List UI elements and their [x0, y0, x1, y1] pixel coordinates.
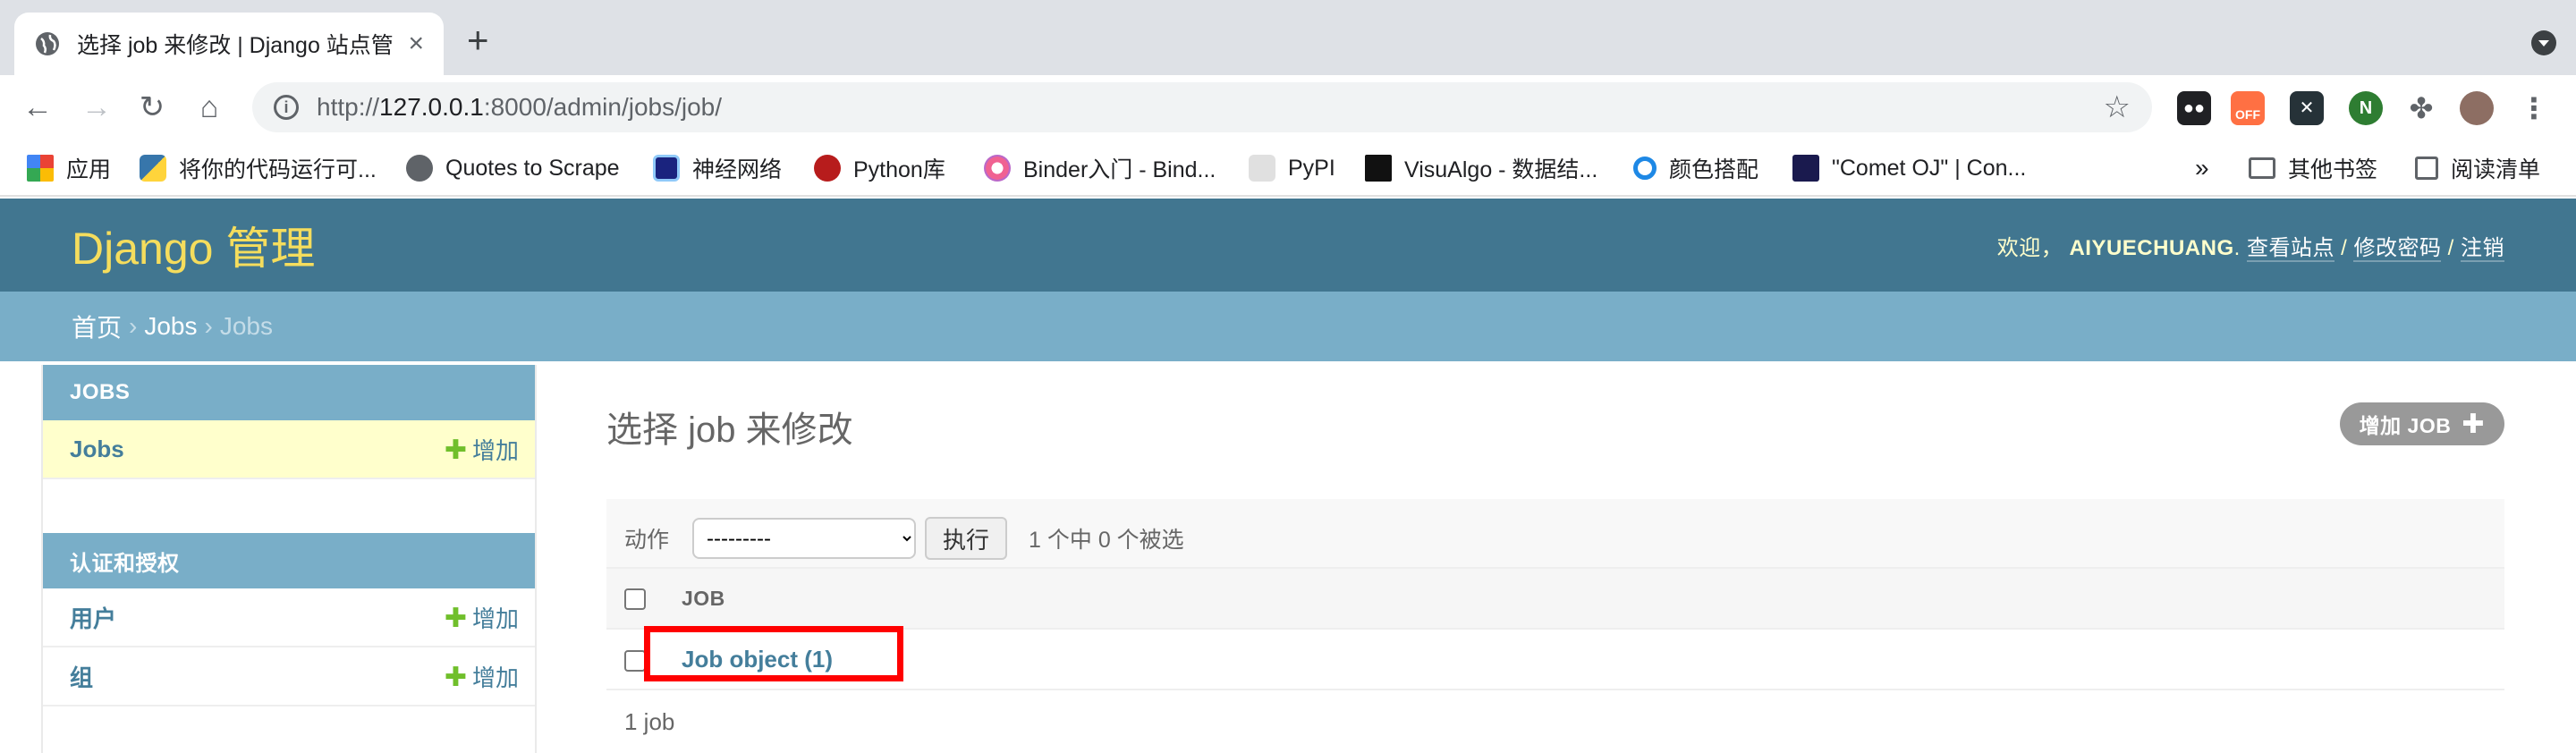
profile-avatar[interactable]	[2460, 91, 2494, 125]
select-all-cell	[606, 567, 682, 630]
model-link-users[interactable]: 用户	[70, 601, 116, 634]
model-link-jobs[interactable]: Jobs	[70, 436, 124, 463]
bookmark-item[interactable]: 将你的代码运行可...	[140, 150, 377, 186]
bookmark-apps[interactable]: 应用	[27, 150, 111, 186]
url-text[interactable]: http://127.0.0.1:8000/admin/jobs/job/	[317, 93, 2104, 122]
globe-icon	[36, 32, 59, 55]
admin-header: Django 管理 欢迎， AIYUECHUANG. 查看站点 / 修改密码 /…	[0, 199, 2576, 292]
view-site-link[interactable]: 查看站点	[2246, 235, 2334, 262]
paginator: 1 job	[624, 708, 675, 735]
breadcrumb: 首页 › Jobs › Jobs	[0, 292, 2576, 361]
tab-title: 选择 job 来修改 | Django 站点管	[77, 33, 394, 58]
plus-icon: ✚	[444, 435, 467, 465]
extension-glasses-icon[interactable]: ●●	[2177, 91, 2211, 125]
add-jobs-link[interactable]: ✚ 增加	[445, 433, 519, 466]
tab-search-icon[interactable]	[2531, 30, 2556, 55]
browser-tab-strip: 选择 job 来修改 | Django 站点管 × +	[0, 0, 2576, 75]
neural-network-icon	[653, 155, 680, 182]
reading-list-icon	[2415, 157, 2438, 180]
page-title: 选择 job 来修改	[606, 410, 853, 450]
comet-oj-icon	[1792, 155, 1819, 182]
breadcrumb-home[interactable]: 首页	[72, 309, 122, 344]
address-bar[interactable]: i http://127.0.0.1:8000/admin/jobs/job/ …	[252, 82, 2152, 132]
forward-icon[interactable]: →	[80, 91, 113, 123]
change-password-link[interactable]: 修改密码	[2353, 235, 2442, 262]
home-icon[interactable]: ⌂	[193, 91, 225, 123]
welcome-text: 欢迎，	[1996, 235, 2063, 260]
actions-label: 动作	[624, 528, 670, 553]
color-c-icon	[1633, 157, 1657, 180]
bookmark-item[interactable]: "Comet OJ" | Con...	[1792, 150, 2026, 186]
bookmark-item[interactable]: VisuAlgo - 数据结...	[1365, 150, 1597, 186]
breadcrumb-current: Jobs	[219, 312, 273, 340]
module-caption-auth[interactable]: 认证和授权	[43, 533, 535, 588]
other-bookmarks[interactable]: 其他书签	[2249, 150, 2377, 186]
extensions-puzzle-icon[interactable]: ✤	[2404, 91, 2438, 125]
column-header-job[interactable]: JOB	[682, 567, 2504, 630]
nav-sidebar: JOBS Jobs ✚ 增加 认证和授权 用户 ✚ 增加 组 ✚ 增加	[41, 365, 537, 753]
bookmark-item[interactable]: Python库	[814, 150, 945, 186]
plus-icon: ✚	[444, 662, 467, 692]
actions-bar: 动作 --------- 执行 1 个中 0 个被选	[606, 499, 2504, 578]
plus-icon: ✚	[2462, 409, 2485, 439]
model-link-groups[interactable]: 组	[70, 660, 93, 693]
bookmark-item[interactable]: PyPI	[1249, 150, 1335, 186]
bookmark-item[interactable]: 颜色搭配	[1633, 150, 1758, 186]
back-icon[interactable]: ←	[21, 91, 54, 123]
username: AIYUECHUANG	[2069, 235, 2234, 260]
sidebar-item-jobs[interactable]: Jobs ✚ 增加	[43, 420, 535, 479]
site-branding[interactable]: Django 管理	[72, 213, 315, 277]
add-groups-link[interactable]: ✚ 增加	[445, 660, 519, 693]
add-job-button[interactable]: 增加 JOB ✚	[2339, 402, 2504, 445]
go-button[interactable]: 执行	[925, 517, 1008, 560]
breadcrumb-app[interactable]: Jobs	[144, 312, 197, 341]
logout-link[interactable]: 注销	[2461, 235, 2504, 262]
bookmark-item[interactable]: Binder入门 - Bind...	[984, 150, 1216, 186]
module-caption-jobs[interactable]: JOBS	[43, 365, 535, 420]
bookmarks-overflow-icon[interactable]: »	[2195, 150, 2209, 186]
python-lib-icon	[814, 155, 841, 182]
browser-tab[interactable]: 选择 job 来修改 | Django 站点管 ×	[14, 13, 444, 75]
extension-n-icon[interactable]: N	[2349, 91, 2383, 125]
row-checkbox[interactable]	[624, 649, 646, 672]
new-tab-icon[interactable]: +	[467, 21, 489, 59]
folder-icon	[2249, 157, 2275, 179]
visualgo-icon	[1365, 155, 1392, 182]
apps-grid-icon	[27, 155, 54, 182]
sidebar-item-users[interactable]: 用户 ✚ 增加	[43, 588, 535, 647]
python-icon	[140, 155, 166, 182]
pypi-cube-icon	[1249, 155, 1275, 182]
browser-toolbar: ← → ↻ ⌂ i http://127.0.0.1:8000/admin/jo…	[0, 75, 2576, 140]
selection-counter: 1 个中 0 个被选	[1029, 528, 1184, 553]
close-tab-icon[interactable]: ×	[408, 29, 424, 59]
action-select[interactable]: ---------	[692, 518, 917, 559]
select-all-checkbox[interactable]	[624, 588, 646, 611]
reading-list[interactable]: 阅读清单	[2415, 150, 2540, 186]
site-info-icon[interactable]: i	[274, 95, 299, 120]
binder-icon	[984, 155, 1011, 182]
user-tools: 欢迎， AIYUECHUANG. 查看站点 / 修改密码 / 注销	[1996, 235, 2504, 262]
row-object-cell: Job object (1)	[682, 629, 2504, 690]
add-users-link[interactable]: ✚ 增加	[445, 601, 519, 634]
browser-menu-icon[interactable]: ⋮	[2517, 91, 2551, 125]
bookmarks-bar: 应用 将你的代码运行可... Quotes to Scrape 神经网络 Pyt…	[0, 140, 2576, 197]
extension-x-icon[interactable]: ✕	[2290, 91, 2324, 125]
globe-icon	[406, 155, 433, 182]
plus-icon: ✚	[444, 603, 467, 633]
sidebar-item-groups[interactable]: 组 ✚ 增加	[43, 647, 535, 706]
bookmark-item[interactable]: Quotes to Scrape	[406, 150, 620, 186]
highlight-box	[644, 626, 903, 681]
extension-off-icon[interactable]: OFF	[2231, 91, 2265, 125]
reload-icon[interactable]: ↻	[136, 91, 168, 123]
bookmark-item[interactable]: 神经网络	[653, 150, 782, 186]
bookmark-star-icon[interactable]: ☆	[2104, 89, 2131, 125]
